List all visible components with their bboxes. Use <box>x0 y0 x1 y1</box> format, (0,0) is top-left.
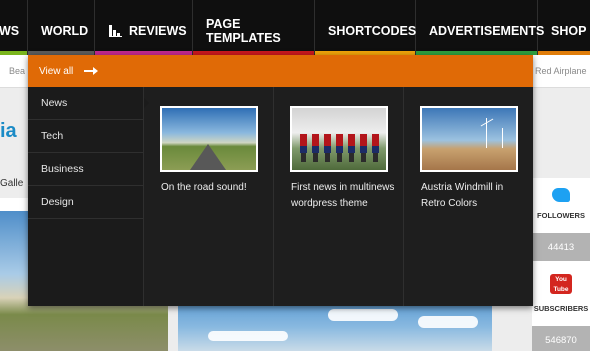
nav-item-news[interactable]: WS <box>0 0 28 55</box>
gallery-heading-fragment: Galle <box>0 178 24 189</box>
post-card[interactable]: First news in multinews wordpress theme <box>274 87 404 306</box>
windmill-photo[interactable] <box>420 106 518 172</box>
youtube-icon: You Tube <box>550 274 572 294</box>
arrow-right-icon <box>84 67 99 75</box>
category-business[interactable]: Business <box>28 153 143 186</box>
nav-item-shop[interactable]: SHOP <box>538 0 590 55</box>
category-design[interactable]: Design <box>28 186 143 219</box>
category-label: Design <box>41 196 74 208</box>
nav-label: ADVERTISEMENTS <box>429 23 545 38</box>
nav-label: WS <box>0 23 20 38</box>
nav-label: SHOP <box>551 23 587 38</box>
category-label: Tech <box>41 130 64 142</box>
category-label: Business <box>41 163 84 175</box>
main-navigation: WS WORLD REVIEWS PAGE TEMPLATES SHORTCOD… <box>0 0 590 55</box>
youtube-block[interactable]: You Tube SUBSCRIBERS <box>532 274 590 320</box>
twitter-block[interactable]: FOLLOWERS <box>532 188 590 234</box>
social-counter-widget: FOLLOWERS 44413 You Tube SUBSCRIBERS 546… <box>532 178 590 351</box>
category-list: News Tech Business Design <box>28 87 149 306</box>
site-logo-fragment[interactable]: ia <box>0 120 17 143</box>
post-card[interactable]: Austria Windmill in Retro Colors <box>404 87 534 306</box>
post-title[interactable]: On the road sound! <box>161 180 265 196</box>
road-photo[interactable] <box>160 106 258 172</box>
subscribers-label: SUBSCRIBERS <box>533 304 589 313</box>
bar-chart-icon <box>109 24 122 37</box>
followers-count: 44413 <box>532 233 590 261</box>
football-team-photo[interactable] <box>290 106 388 172</box>
post-title[interactable]: Austria Windmill in Retro Colors <box>421 180 525 211</box>
breadcrumb-right[interactable]: Red Airplane <box>535 66 587 76</box>
followers-label: FOLLOWERS <box>537 211 585 220</box>
nav-label: SHORTCODES <box>328 23 417 38</box>
post-card[interactable]: On the road sound! <box>144 87 274 306</box>
category-news[interactable]: News <box>28 87 149 120</box>
nav-label: PAGE TEMPLATES <box>206 16 281 45</box>
subscribers-count: 546870 <box>532 326 590 351</box>
mega-menu-dropdown: View all News Tech Business Design On th… <box>28 55 533 306</box>
nav-label: REVIEWS <box>129 23 187 38</box>
category-tech[interactable]: Tech <box>28 120 143 153</box>
breadcrumb-left[interactable]: Bea <box>9 66 25 76</box>
nav-item-shortcodes[interactable]: SHORTCODES <box>315 0 416 55</box>
view-all-link[interactable]: View all <box>28 55 533 87</box>
twitter-icon <box>552 188 570 202</box>
nav-item-reviews[interactable]: REVIEWS <box>95 0 193 55</box>
nav-item-advertisements[interactable]: ADVERTISEMENTS <box>416 0 544 55</box>
nav-item-world[interactable]: WORLD <box>28 0 95 55</box>
view-all-label: View all <box>39 65 74 77</box>
nav-item-page-templates[interactable]: PAGE TEMPLATES <box>193 0 315 55</box>
nav-label: WORLD <box>41 23 89 38</box>
post-title[interactable]: First news in multinews wordpress theme <box>291 180 395 211</box>
category-label: News <box>41 97 68 109</box>
